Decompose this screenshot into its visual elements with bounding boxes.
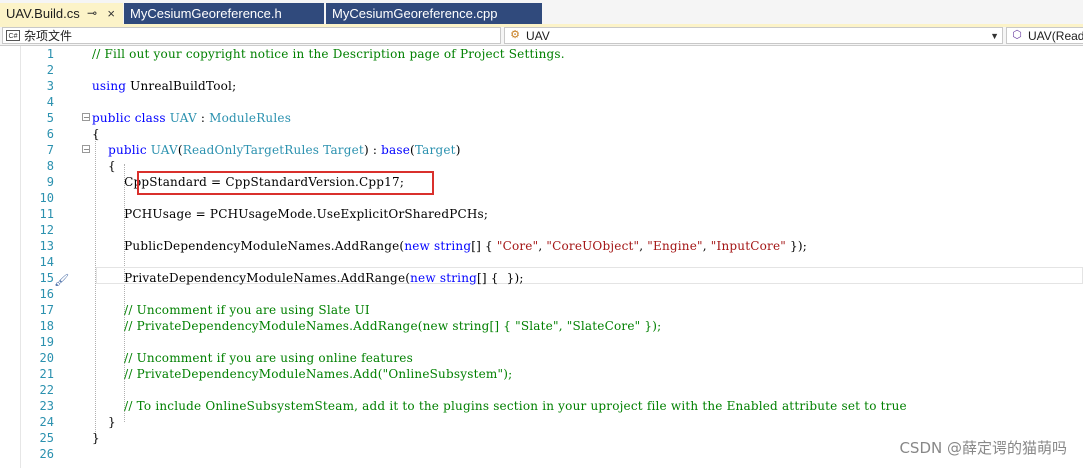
code-line[interactable]: 4 [20, 94, 1083, 110]
line-number: 14 [39, 255, 54, 269]
code-text: } [92, 431, 100, 445]
navigation-bar: C# 杂项文件 ⚙ UAV ▼ ⬡ UAV(Read [0, 27, 1083, 46]
code-text: // To include OnlineSubsystemSteam, add … [92, 399, 907, 413]
code-line[interactable]: 13 PublicDependencyModuleNames.AddRange(… [20, 238, 1083, 254]
line-number: 1 [46, 47, 54, 61]
code-line[interactable]: 7 − public UAV(ReadOnlyTargetRules Target… [20, 142, 1083, 158]
code-line[interactable]: 15 PrivateDependencyModuleNames.AddRange… [20, 270, 1083, 286]
line-number: 5 [46, 111, 54, 125]
line-number: 25 [39, 431, 54, 445]
code-line[interactable]: 23 // To include OnlineSubsystemSteam, a… [20, 398, 1083, 414]
code-line[interactable]: 19 [20, 334, 1083, 350]
document-tab-bar: UAV.Build.cs ⊸ × MyCesiumGeoreference.h … [0, 0, 1083, 24]
collapse-icon[interactable]: − [82, 113, 90, 122]
line-number: 2 [46, 63, 54, 77]
line-number: 4 [46, 95, 54, 109]
code-text: // Uncomment if you are using Slate UI [92, 303, 370, 317]
code-line[interactable]: 22 [20, 382, 1083, 398]
chevron-down-icon: ▼ [990, 31, 999, 41]
pin-icon[interactable]: ⊸ [87, 3, 97, 24]
code-text: // PrivateDependencyModuleNames.Add("Onl… [92, 367, 513, 381]
code-text: PCHUsage = PCHUsageMode.UseExplicitOrSha… [92, 207, 489, 221]
code-line[interactable]: 3 using UnrealBuildTool; [20, 78, 1083, 94]
line-number: 21 [39, 367, 54, 381]
code-text: public UAV(ReadOnlyTargetRules Target) :… [108, 143, 461, 157]
line-number: 11 [39, 207, 54, 221]
editor-left-margin [0, 46, 21, 468]
code-line[interactable]: 12 [20, 222, 1083, 238]
tab-mycesiumgeoreference-cpp[interactable]: MyCesiumGeoreference.cpp [326, 3, 542, 24]
watermark: CSDN @薛定谔的猫萌吗 [899, 439, 1067, 457]
line-number: 7 [46, 143, 54, 157]
code-line[interactable]: 17 // Uncomment if you are using Slate U… [20, 302, 1083, 318]
line-number: 22 [39, 383, 54, 397]
tab-label: MyCesiumGeoreference.h [130, 6, 282, 21]
line-number: 20 [39, 351, 54, 365]
line-number: 17 [39, 303, 54, 317]
tab-mycesiumgeoreference-h[interactable]: MyCesiumGeoreference.h [124, 3, 324, 24]
code-text: { [92, 127, 100, 141]
project-dropdown[interactable]: C# 杂项文件 [2, 27, 501, 44]
line-number: 8 [46, 159, 54, 173]
code-editor[interactable]: 🖌 1// Fill out your copyright notice in … [0, 46, 1083, 468]
code-text: // Fill out your copyright notice in the… [92, 47, 565, 61]
line-number: 9 [46, 175, 54, 189]
code-text: PrivateDependencyModuleNames.AddRange(ne… [92, 271, 524, 285]
line-number: 16 [39, 287, 54, 301]
class-icon: ⚙ [510, 29, 520, 41]
annotation-red-box [137, 171, 434, 195]
member-dropdown[interactable]: ⬡ UAV(Read [1006, 27, 1083, 44]
line-number: 18 [39, 319, 54, 333]
code-line[interactable]: 11 PCHUsage = PCHUsageMode.UseExplicitOr… [20, 206, 1083, 222]
collapse-icon[interactable]: − [82, 145, 90, 154]
code-line[interactable]: 2 [20, 62, 1083, 78]
tab-label: MyCesiumGeoreference.cpp [332, 6, 498, 21]
class-dropdown[interactable]: ⚙ UAV ▼ [504, 27, 1003, 44]
code-line[interactable]: 6{ [20, 126, 1083, 142]
line-number: 26 [39, 447, 54, 461]
code-line[interactable]: 16 [20, 286, 1083, 302]
member-dropdown-label: UAV(Read [1028, 29, 1083, 43]
line-number: 23 [39, 399, 54, 413]
code-text: } [92, 415, 116, 429]
tab-uav-build-cs[interactable]: UAV.Build.cs ⊸ × [0, 3, 123, 24]
close-icon[interactable]: × [107, 3, 115, 24]
code-line[interactable]: 14 [20, 254, 1083, 270]
line-number: 13 [39, 239, 54, 253]
code-text: using UnrealBuildTool; [92, 79, 237, 93]
class-dropdown-label: UAV [526, 29, 550, 43]
code-text: PublicDependencyModuleNames.AddRange(new… [92, 239, 807, 253]
project-dropdown-label: 杂项文件 [24, 29, 73, 43]
code-line[interactable]: 24 } [20, 414, 1083, 430]
line-number: 19 [39, 335, 54, 349]
code-text: // Uncomment if you are using online fea… [92, 351, 413, 365]
code-text: // PrivateDependencyModuleNames.AddRange… [92, 319, 662, 333]
code-line[interactable]: 20 // Uncomment if you are using online … [20, 350, 1083, 366]
line-number: 3 [46, 79, 54, 93]
code-text: { [92, 159, 116, 173]
line-number: 24 [39, 415, 54, 429]
line-number: 10 [39, 191, 54, 205]
line-number: 15 [39, 271, 54, 285]
code-line[interactable]: 5 − public class UAV : ModuleRules [20, 110, 1083, 126]
code-line[interactable]: 21 // PrivateDependencyModuleNames.Add("… [20, 366, 1083, 382]
csharp-file-icon: C# [6, 30, 20, 41]
code-line[interactable]: 1 // Fill out your copyright notice in th… [20, 46, 1083, 62]
code-line[interactable]: 18 // PrivateDependencyModuleNames.AddRa… [20, 318, 1083, 334]
tab-label: UAV.Build.cs [6, 6, 80, 21]
code-text: public class UAV : ModuleRules [92, 111, 292, 125]
line-number: 6 [46, 127, 54, 141]
line-number: 12 [39, 223, 54, 237]
method-icon: ⬡ [1012, 29, 1022, 41]
